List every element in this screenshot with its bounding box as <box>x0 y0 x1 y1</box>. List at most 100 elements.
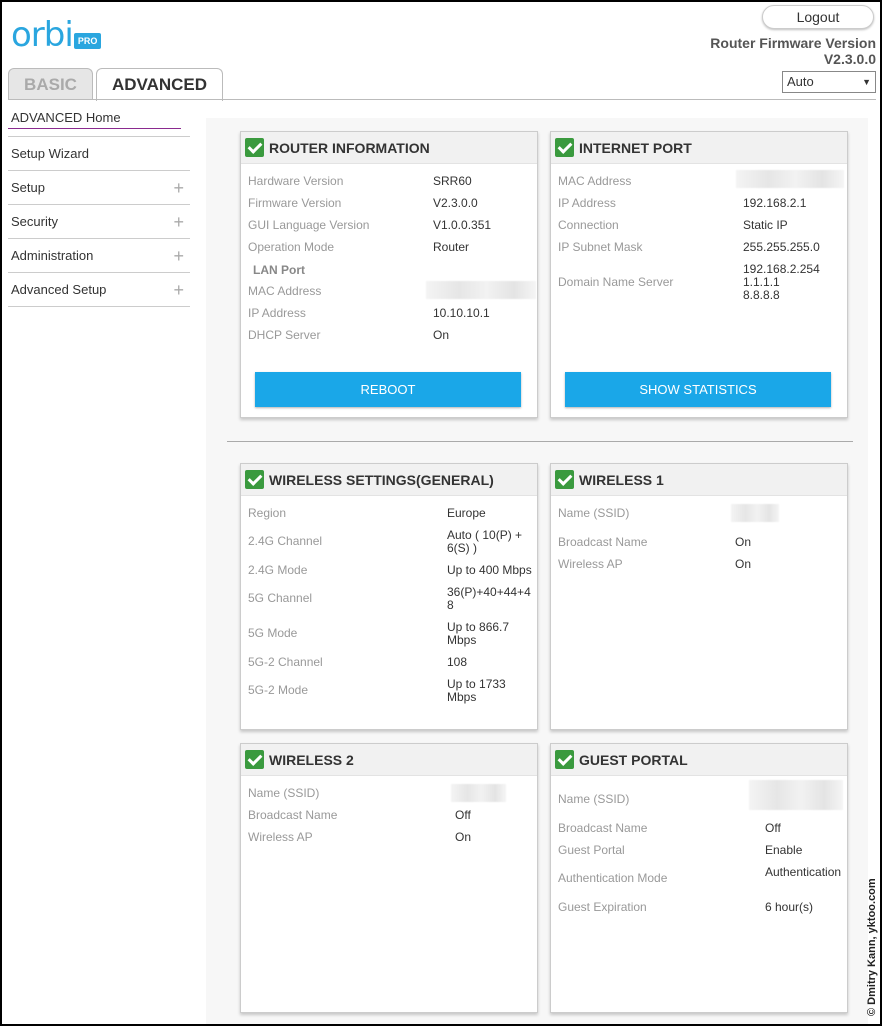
lan-ip-label: IP Address <box>248 306 306 320</box>
connection-label: Connection <box>558 218 619 232</box>
ssid-label: Name (SSID) <box>558 506 630 520</box>
mode52-value-line2: Mbps <box>447 690 477 704</box>
card-title: GUEST PORTAL <box>579 751 688 768</box>
status-check-icon <box>555 750 574 769</box>
redacted-ssid <box>749 780 843 810</box>
redacted-mac <box>736 170 844 188</box>
dns-value-3: 8.8.8.8 <box>743 288 780 302</box>
firmware-version-value: V2.3.0.0 <box>433 196 478 210</box>
card-header: INTERNET PORT <box>551 132 847 164</box>
subnet-mask-label: IP Subnet Mask <box>558 240 643 254</box>
broadcast-name-label: Broadcast Name <box>558 535 648 549</box>
dhcp-server-value: On <box>433 328 450 342</box>
sidebar-item-setup[interactable]: Setup + <box>8 171 190 205</box>
hardware-version-label: Hardware Version <box>248 174 344 188</box>
operation-mode-value: Router <box>433 240 470 254</box>
status-check-icon <box>555 470 574 489</box>
card-header: ROUTER INFORMATION <box>241 132 537 164</box>
logout-button[interactable]: Logout <box>762 5 874 29</box>
connection-value: Static IP <box>743 218 788 232</box>
guest-expiration-label: Guest Expiration <box>558 900 647 914</box>
wireless-ap-label: Wireless AP <box>558 557 623 571</box>
tab-advanced[interactable]: ADVANCED <box>96 68 223 101</box>
mode52-label: 5G-2 Mode <box>248 683 309 697</box>
dhcp-server-label: DHCP Server <box>248 328 321 342</box>
card-title: WIRELESS 2 <box>269 751 354 768</box>
lan-ip-value: 10.10.10.1 <box>433 306 490 320</box>
lan-mac-label: MAC Address <box>248 284 322 298</box>
mode24-label: 2.4G Mode <box>248 563 308 577</box>
ch52-value: 108 <box>447 655 468 669</box>
show-statistics-button[interactable]: SHOW STATISTICS <box>565 372 831 407</box>
guest-portal-card: GUEST PORTAL Name (SSID) Broadcast Name … <box>550 743 848 1013</box>
ch5-value-line2: 8 <box>447 598 454 612</box>
region-label: Region <box>248 506 287 520</box>
redacted-ssid <box>731 504 779 522</box>
firmware-version: V2.3.0.0 <box>823 51 876 67</box>
card-title: WIRELESS 1 <box>579 471 664 488</box>
card-header: WIRELESS 2 <box>241 744 537 776</box>
wireless1-card: WIRELESS 1 Name (SSID) Broadcast Name On… <box>550 463 848 730</box>
expand-plus-icon[interactable]: + <box>173 179 184 197</box>
reboot-button[interactable]: REBOOT <box>255 372 521 407</box>
expand-plus-icon[interactable]: + <box>173 281 184 299</box>
wan-ip-value: 192.168.2.1 <box>743 196 807 210</box>
status-check-icon <box>555 138 574 157</box>
wan-ip-label: IP Address <box>558 196 616 210</box>
language-select[interactable]: Auto ▼ <box>782 71 876 93</box>
redacted-ssid <box>451 784 506 802</box>
operation-mode-label: Operation Mode <box>248 240 335 254</box>
sidebar-item-label: ADVANCED Home <box>11 110 121 125</box>
auth-mode-value: Authentication <box>765 865 842 879</box>
ssid-label: Name (SSID) <box>248 786 320 800</box>
redacted-mac <box>426 281 536 299</box>
guest-expiration-value: 6 hour(s) <box>765 900 814 914</box>
sidebar-item-label: Advanced Setup <box>11 282 107 297</box>
wireless-ap-label: Wireless AP <box>248 830 313 844</box>
firmware-title: Router Firmware Version <box>710 35 876 51</box>
card-title: INTERNET PORT <box>579 139 692 156</box>
guest-portal-value: Enable <box>765 843 803 857</box>
auth-mode-label: Authentication Mode <box>558 871 668 885</box>
expand-plus-icon[interactable]: + <box>173 213 184 231</box>
sidebar-item-advanced-setup[interactable]: Advanced Setup + <box>8 273 190 307</box>
broadcast-name-value: Off <box>455 808 471 822</box>
status-check-icon <box>245 470 264 489</box>
firmware-version-label: Firmware Version <box>248 196 342 210</box>
status-check-icon <box>245 750 264 769</box>
sidebar-item-administration[interactable]: Administration + <box>8 239 190 273</box>
wireless-ap-value: On <box>455 830 472 844</box>
sidebar-item-label: Setup <box>11 180 45 195</box>
sidebar-item-label: Setup Wizard <box>11 146 90 161</box>
subnet-mask-value: 255.255.255.0 <box>743 240 820 254</box>
dropdown-caret-icon: ▼ <box>862 77 871 87</box>
broadcast-name-value: Off <box>765 821 781 835</box>
expand-plus-icon[interactable]: + <box>173 247 184 265</box>
card-header: WIRELESS SETTINGS(GENERAL) <box>241 464 537 496</box>
card-header: GUEST PORTAL <box>551 744 847 776</box>
logo-text: orbi <box>11 15 74 55</box>
broadcast-name-label: Broadcast Name <box>558 821 648 835</box>
sidebar-item-setup-wizard[interactable]: Setup Wizard <box>8 137 190 171</box>
card-title: WIRELESS SETTINGS(GENERAL) <box>269 471 494 488</box>
sidebar-item-advanced-home[interactable]: ADVANCED Home <box>8 104 190 137</box>
orbi-logo: orbi PRO <box>11 15 102 55</box>
card-header: WIRELESS 1 <box>551 464 847 496</box>
lan-port-heading: LAN Port <box>253 263 305 277</box>
sidebar-item-security[interactable]: Security + <box>8 205 190 239</box>
ch24-label: 2.4G Channel <box>248 534 323 548</box>
ch24-value-line2: 6(S) ) <box>447 541 477 555</box>
guest-portal-label: Guest Portal <box>558 843 625 857</box>
tab-basic[interactable]: BASIC <box>8 68 93 100</box>
dns-label: Domain Name Server <box>558 275 674 289</box>
sidebar-item-label: Administration <box>11 248 94 263</box>
ch5-label: 5G Channel <box>248 591 313 605</box>
wan-mac-label: MAC Address <box>558 174 632 188</box>
wireless2-card: WIRELESS 2 Name (SSID) Broadcast Name Of… <box>240 743 538 1013</box>
photo-credit: © Dmitry Kann, yktoo.com <box>866 878 878 1016</box>
wireless-ap-value: On <box>735 557 752 571</box>
region-value: Europe <box>447 506 486 520</box>
tab-divider <box>8 99 876 100</box>
status-check-icon <box>245 138 264 157</box>
logo-badge: PRO <box>73 33 102 49</box>
